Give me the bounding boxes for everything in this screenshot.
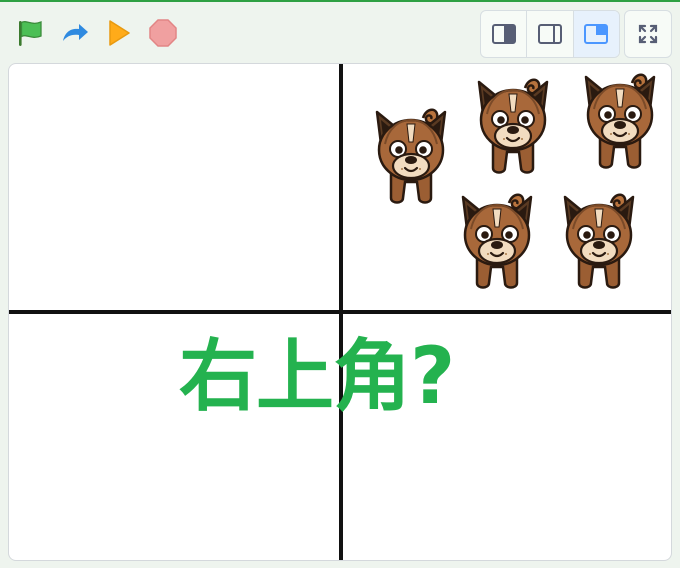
horizontal-axis-line: [9, 310, 671, 314]
stage-toolbar: [0, 2, 680, 62]
stop-button[interactable]: [146, 16, 180, 50]
dog-sprite-icon[interactable]: [371, 100, 451, 210]
stage-canvas[interactable]: 右上角?: [8, 63, 672, 561]
fullscreen-button[interactable]: [624, 10, 672, 58]
normal-stage-button[interactable]: [527, 11, 574, 57]
stop-icon: [149, 19, 177, 47]
play-button[interactable]: [101, 16, 135, 50]
small-stage-button[interactable]: [481, 11, 528, 57]
small-stage-icon: [491, 24, 516, 44]
green-flag-icon: [19, 21, 42, 46]
play-icon: [109, 20, 130, 46]
dog-sprite-icon[interactable]: [580, 65, 660, 175]
stage-text: 右上角?: [179, 332, 455, 422]
dog-sprite-icon[interactable]: [457, 185, 537, 295]
dog-sprite-icon[interactable]: [473, 70, 553, 180]
large-stage-button[interactable]: [573, 11, 619, 57]
large-stage-icon: [584, 24, 609, 44]
stage-layout-switcher: [480, 10, 620, 58]
normal-stage-icon: [537, 24, 562, 44]
green-flag-button[interactable]: [13, 16, 47, 50]
fullscreen-icon: [638, 24, 658, 44]
dog-sprite-icon[interactable]: [559, 185, 639, 295]
turbo-button[interactable]: [58, 16, 92, 50]
turbo-arrow-icon: [63, 24, 88, 41]
